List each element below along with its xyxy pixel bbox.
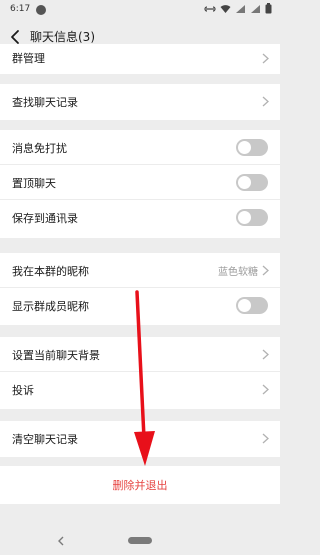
system-back-icon[interactable] bbox=[56, 535, 66, 547]
toggle-knob bbox=[238, 141, 251, 154]
nickname-value: 蓝色软糖 bbox=[218, 267, 258, 278]
battery-icon bbox=[265, 3, 272, 17]
section-group-manage: 群管理 bbox=[0, 44, 280, 74]
chevron-right-icon bbox=[262, 433, 269, 444]
row-label: 清空聊天记录 bbox=[12, 433, 78, 446]
toggle-knob bbox=[238, 211, 251, 224]
section-search: 查找聊天记录 bbox=[0, 84, 280, 120]
row-group-manage[interactable]: 群管理 bbox=[0, 44, 280, 74]
delete-and-exit-label: 删除并退出 bbox=[112, 479, 168, 492]
show-nicknames-toggle[interactable] bbox=[236, 297, 268, 314]
row-mute[interactable]: 消息免打扰 bbox=[0, 130, 280, 165]
link-icon bbox=[204, 4, 216, 17]
chevron-right-icon bbox=[262, 53, 269, 64]
pin-toggle[interactable] bbox=[236, 174, 268, 191]
chevron-right-icon bbox=[262, 265, 269, 276]
row-save-contacts[interactable]: 保存到通讯录 bbox=[0, 200, 280, 235]
row-label: 设置当前聊天背景 bbox=[12, 349, 100, 362]
signal-icon bbox=[235, 4, 246, 17]
status-time: 6:17 bbox=[10, 4, 31, 14]
system-nav-bar bbox=[0, 527, 280, 555]
chevron-right-icon bbox=[262, 384, 269, 395]
row-label: 保存到通讯录 bbox=[12, 212, 78, 225]
row-label: 群管理 bbox=[12, 52, 45, 65]
annotation-arrow bbox=[134, 290, 155, 466]
section-toggles: 消息免打扰 置顶聊天 保存到通讯录 bbox=[0, 130, 280, 238]
notification-icon bbox=[36, 5, 46, 15]
status-icons bbox=[204, 3, 272, 17]
delete-and-exit-button[interactable]: 删除并退出 bbox=[0, 466, 280, 504]
row-label: 投诉 bbox=[12, 384, 34, 397]
page-title: 聊天信息(3) bbox=[30, 30, 95, 44]
row-label: 显示群成员昵称 bbox=[12, 300, 89, 313]
wifi-icon bbox=[220, 4, 231, 17]
mute-toggle[interactable] bbox=[236, 139, 268, 156]
row-label: 我在本群的昵称 bbox=[12, 265, 89, 278]
chevron-right-icon bbox=[262, 96, 269, 107]
toggle-knob bbox=[238, 176, 251, 189]
status-bar: 6:17 bbox=[0, 0, 280, 20]
row-search-history[interactable]: 查找聊天记录 bbox=[0, 84, 280, 119]
row-label: 查找聊天记录 bbox=[12, 96, 78, 109]
signal2-icon bbox=[250, 4, 261, 17]
chevron-right-icon bbox=[262, 349, 269, 360]
save-contacts-toggle[interactable] bbox=[236, 209, 268, 226]
row-label: 消息免打扰 bbox=[12, 142, 67, 155]
home-pill[interactable] bbox=[128, 537, 152, 544]
row-my-nickname[interactable]: 我在本群的昵称 蓝色软糖 bbox=[0, 253, 280, 288]
row-label: 置顶聊天 bbox=[12, 177, 56, 190]
row-pin[interactable]: 置顶聊天 bbox=[0, 165, 280, 200]
toggle-knob bbox=[238, 299, 251, 312]
